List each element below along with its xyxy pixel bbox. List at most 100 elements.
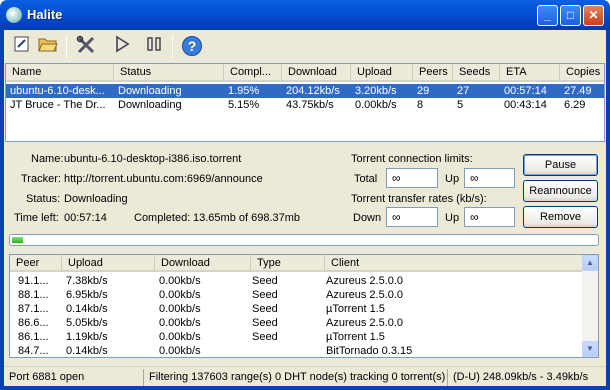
column-header-client[interactable]: Client (325, 255, 582, 272)
torrent-completed: 5.15% (228, 99, 260, 111)
torrent-eta: 00:43:14 (504, 99, 547, 111)
time-left-value: 00:57:14 (64, 212, 107, 224)
torrent-name: JT Bruce - The Dr... (10, 99, 106, 111)
minimize-button[interactable]: _ (537, 5, 558, 26)
peer-download: 0.00kb/s (159, 345, 201, 357)
app-icon (6, 7, 22, 23)
up-rate-label: Up (445, 212, 460, 224)
peer-row[interactable]: 87.1... 0.14kb/s 0.00kb/s Seed µTorrent 1.5 (10, 302, 582, 316)
up-connections-field[interactable]: ∞ (464, 168, 515, 188)
column-header-peers[interactable]: Peers (413, 64, 453, 82)
completed-label: Completed: (134, 212, 191, 224)
column-header-seeds[interactable]: Seeds (453, 64, 500, 82)
torrent-copies: 27.49 (564, 85, 592, 97)
peer-type: Seed (252, 303, 278, 315)
peer-address: 86.1... (18, 331, 49, 343)
reannounce-button[interactable]: Reannounce (523, 180, 598, 202)
total-label: Total (354, 173, 378, 185)
tracker-value: http://torrent.ubuntu.com:6969/announce (64, 173, 263, 185)
torrent-seeds: 5 (457, 99, 464, 111)
column-header-type[interactable]: Type (251, 255, 325, 272)
column-header-status[interactable]: Status (114, 64, 224, 82)
column-header-completed[interactable]: Compl... (224, 64, 282, 82)
up-connections-label: Up (445, 173, 460, 185)
filtering-status: Filtering 137603 range(s) 0 DHT node(s) … (146, 369, 448, 386)
name-value: ubuntu-6.10-desktop-i386.iso.torrent (64, 153, 242, 165)
settings-tools-icon[interactable] (74, 35, 98, 59)
down-rate-label: Down (353, 212, 382, 224)
peer-upload: 7.38kb/s (66, 275, 108, 287)
peer-type: Seed (252, 289, 278, 301)
torrent-list[interactable]: Name Status Compl... Download Upload Pee… (5, 63, 605, 142)
peer-type: Seed (252, 275, 278, 287)
peer-client: Azureus 2.5.0.0 (326, 317, 404, 329)
peer-row[interactable]: 88.1... 6.95kb/s 0.00kb/s Seed Azureus 2.5.0… (10, 288, 582, 302)
column-header-upload[interactable]: Upload (351, 64, 413, 82)
torrent-seeds: 27 (457, 85, 470, 97)
new-torrent-icon[interactable] (10, 35, 34, 59)
status-label: Status: (26, 193, 61, 205)
port-status: Port 6881 open (6, 369, 144, 386)
torrent-eta: 00:57:14 (504, 85, 547, 97)
peer-client: BitTornado 0.3.15 (326, 345, 413, 357)
torrent-row[interactable]: ubuntu-6.10-desk... Downloading 1.95% 20… (6, 84, 604, 98)
peer-upload: 0.14kb/s (66, 303, 108, 315)
peer-address: 86.6... (18, 317, 49, 329)
open-folder-icon[interactable] (36, 35, 60, 59)
pause-icon[interactable] (142, 35, 166, 59)
torrent-peers: 29 (417, 85, 430, 97)
torrent-name: ubuntu-6.10-desk... (10, 85, 105, 97)
column-header-peer-upload[interactable]: Upload (62, 255, 155, 272)
connection-limits-title: Torrent connection limits: (351, 153, 473, 165)
peer-row[interactable]: 86.6... 5.05kb/s 0.00kb/s Seed Azureus 2.5.0… (10, 316, 582, 330)
peer-type: Seed (252, 331, 278, 343)
torrent-row[interactable]: JT Bruce - The Dr... Downloading 5.15% 4… (6, 98, 604, 112)
peer-address: 91.1... (18, 275, 49, 287)
peer-row[interactable]: 91.1... 7.38kb/s 0.00kb/s Seed Azureus 2.5.0… (10, 274, 582, 288)
peer-upload: 6.95kb/s (66, 289, 108, 301)
column-header-peer[interactable]: Peer (10, 255, 62, 272)
peers-list-header: Peer Upload Download Type Client (10, 255, 582, 272)
svg-text:?: ? (188, 38, 197, 54)
transfer-rates-title: Torrent transfer rates (kb/s): (351, 193, 487, 205)
pause-button[interactable]: Pause (523, 154, 598, 176)
peer-client: Azureus 2.5.0.0 (326, 289, 404, 301)
peers-list[interactable]: Peer Upload Download Type Client 91.1...… (9, 254, 599, 358)
peer-address: 84.7... (18, 345, 49, 357)
peer-address: 87.1... (18, 303, 49, 315)
toolbar: ? (4, 30, 606, 63)
maximize-button[interactable]: □ (560, 5, 581, 26)
status-bar: Port 6881 open Filtering 137603 range(s)… (4, 366, 606, 386)
name-label: Name: (31, 153, 64, 165)
column-header-download[interactable]: Download (282, 64, 351, 82)
peer-upload: 1.19kb/s (66, 331, 108, 343)
peer-upload: 0.14kb/s (66, 345, 108, 357)
completed-value: 13.65mb of 698.37mb (193, 212, 301, 224)
rates-status: (D-U) 248.09kb/s - 3.49kb/s (453, 371, 589, 383)
column-header-eta[interactable]: ETA (500, 64, 560, 82)
down-rate-field[interactable]: ∞ (386, 207, 438, 227)
torrent-status: Downloading (118, 85, 182, 97)
up-rate-field[interactable]: ∞ (464, 207, 515, 227)
peer-client: µTorrent 1.5 (326, 303, 385, 315)
column-header-copies[interactable]: Copies (560, 64, 604, 82)
scroll-down-arrow-icon[interactable]: ▼ (582, 341, 598, 357)
column-header-name[interactable]: Name (6, 64, 114, 82)
total-connections-field[interactable]: ∞ (386, 168, 438, 188)
peer-download: 0.00kb/s (159, 303, 201, 315)
scroll-up-arrow-icon[interactable]: ▲ (582, 255, 598, 271)
peer-row[interactable]: 86.1... 1.19kb/s 0.00kb/s Seed µTorrent 1.5 (10, 330, 582, 344)
peer-client: Azureus 2.5.0.0 (326, 275, 404, 287)
peer-row[interactable]: 84.7... 0.14kb/s 0.00kb/s BitTornado 0.3.15 (10, 344, 582, 357)
torrent-download: 43.75kb/s (286, 99, 334, 111)
remove-button[interactable]: Remove (523, 206, 598, 228)
torrent-download: 204.12kb/s (286, 85, 340, 97)
column-header-peer-download[interactable]: Download (155, 255, 251, 272)
torrent-list-header: Name Status Compl... Download Upload Pee… (6, 64, 604, 82)
progress-fill (12, 237, 23, 243)
close-button[interactable]: ✕ (583, 5, 604, 26)
peer-download: 0.00kb/s (159, 289, 201, 301)
help-icon[interactable]: ? (180, 35, 204, 59)
peers-scrollbar[interactable]: ▲ ▼ (582, 255, 598, 357)
resume-play-icon[interactable] (110, 35, 134, 59)
